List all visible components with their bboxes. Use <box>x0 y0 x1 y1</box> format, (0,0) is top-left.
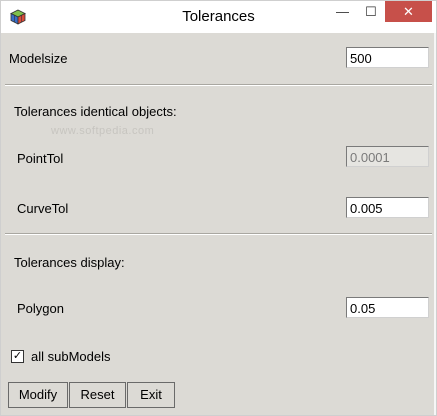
modelsize-label: Modelsize <box>9 51 68 66</box>
watermark: www.softpedia.com <box>51 125 155 137</box>
polygon-input[interactable]: 0.05 <box>346 297 429 318</box>
separator <box>5 84 432 86</box>
display-heading: Tolerances display: <box>14 255 125 270</box>
modify-button[interactable]: Modify <box>8 382 68 408</box>
modelsize-input[interactable]: 500 <box>346 47 429 68</box>
curvetol-label: CurveTol <box>17 201 69 216</box>
dialog-body: Modelsize 500 Tolerances identical objec… <box>1 33 434 415</box>
pointtol-input: 0.0001 <box>346 146 429 167</box>
minimize-button[interactable]: — <box>328 1 357 22</box>
pointtol-label: PointTol <box>17 151 64 166</box>
close-button[interactable]: ✕ <box>385 1 432 22</box>
polygon-label: Polygon <box>17 301 64 316</box>
identical-heading: Tolerances identical objects: <box>14 104 177 119</box>
reset-button[interactable]: Reset <box>69 382 126 408</box>
all-submodels-checkbox[interactable]: ✓ <box>11 350 24 363</box>
all-submodels-label[interactable]: all subModels <box>31 349 111 364</box>
title-bar[interactable]: Tolerances — ☐ ✕ <box>1 1 436 33</box>
tolerances-window: Tolerances — ☐ ✕ Modelsize 500 Tolerance… <box>0 0 437 416</box>
curvetol-input[interactable]: 0.005 <box>346 197 429 218</box>
exit-button[interactable]: Exit <box>127 382 175 408</box>
separator <box>5 233 432 235</box>
maximize-button[interactable]: ☐ <box>357 1 385 22</box>
